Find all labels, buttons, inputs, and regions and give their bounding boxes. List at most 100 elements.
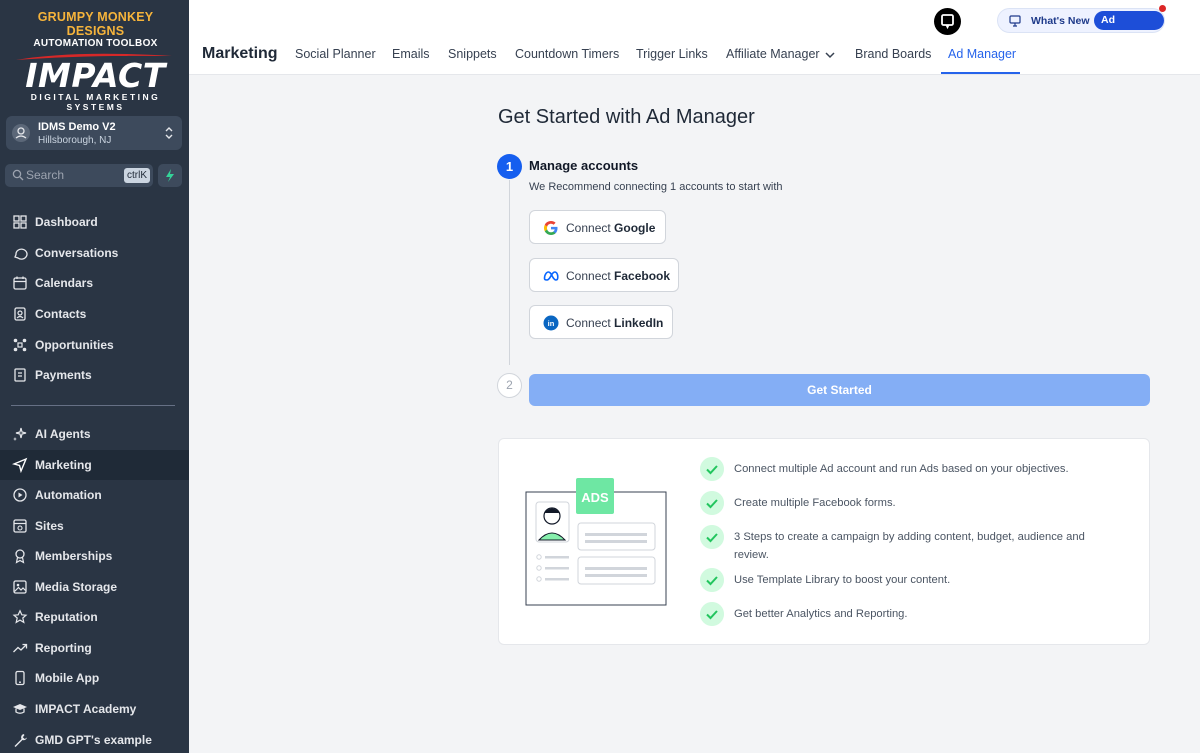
sidebar-item-sites[interactable]: Sites	[0, 511, 189, 541]
features-card: ADS Connect multiple Ad account and run …	[498, 438, 1150, 645]
contacts-icon	[14, 307, 26, 321]
feature-text: Create multiple Facebook forms.	[734, 497, 896, 509]
connect-facebook-button[interactable]: Connect Facebook	[529, 258, 679, 292]
sidebar-item-label: GMD GPT's example	[35, 733, 152, 747]
account-name: IDMS Demo V2	[38, 121, 116, 133]
calendar-icon	[13, 276, 27, 290]
sidebar-item-gmd-gpt-s-example[interactable]: GMD GPT's example	[0, 725, 189, 753]
sidebar-item-mobile-app[interactable]: Mobile App	[0, 663, 189, 693]
tab-brand-boards[interactable]: Brand Boards	[855, 47, 931, 61]
quick-action-button[interactable]	[158, 164, 182, 187]
sidebar-item-conversations[interactable]: Conversations	[0, 238, 189, 268]
sidebar-item-label: Conversations	[35, 246, 119, 260]
active-tab-indicator	[941, 72, 1020, 74]
feature-item: Get better Analytics and Reporting.	[700, 602, 1120, 626]
step-1-title: Manage accounts	[529, 158, 639, 173]
ads-illustration-icon: ADS	[525, 478, 667, 606]
feature-text: Connect multiple Ad account and run Ads …	[734, 463, 1069, 475]
payments-icon	[14, 368, 26, 382]
sidebar-item-label: Reputation	[35, 610, 98, 624]
sidebar-item-contacts[interactable]: Contacts	[0, 299, 189, 329]
memberships-icon	[15, 549, 25, 564]
sidebar-item-automation[interactable]: Automation	[0, 480, 189, 510]
check-circle-icon	[700, 457, 724, 481]
feature-item: 3 Steps to create a campaign by adding c…	[700, 525, 1120, 565]
tab-affiliate-manager[interactable]: Affiliate Manager	[726, 47, 820, 61]
chevron-down-icon[interactable]	[825, 51, 835, 59]
sidebar-item-label: Memberships	[35, 549, 113, 563]
check-circle-icon	[700, 525, 724, 549]
brand-logo[interactable]: GRUMPY MONKEY DESIGNS AUTOMATION TOOLBOX…	[8, 10, 183, 112]
sidebar-item-label: Sites	[35, 519, 64, 533]
sidebar-item-calendars[interactable]: Calendars	[0, 268, 189, 298]
feature-item: Connect multiple Ad account and run Ads …	[700, 457, 1120, 481]
brand-line-2: AUTOMATION TOOLBOX	[33, 38, 158, 49]
search-input[interactable]: Search ctrlK	[5, 164, 153, 187]
sidebar-item-reputation[interactable]: Reputation	[0, 602, 189, 632]
automation-icon	[13, 488, 27, 502]
sidebar-item-marketing[interactable]: Marketing	[0, 450, 189, 480]
tab-emails[interactable]: Emails	[392, 47, 430, 61]
tab-countdown-timers[interactable]: Countdown Timers	[515, 47, 619, 61]
search-icon	[12, 169, 24, 181]
location-avatar-icon	[12, 124, 30, 142]
whats-new-label: What's New	[1031, 15, 1090, 27]
brand-line-4: DIGITAL MARKETING SYSTEMS	[30, 92, 161, 112]
step-1-subtitle: We Recommend connecting 1 accounts to st…	[529, 181, 783, 193]
whats-new-pill[interactable]: What's New Ad Manager	[997, 5, 1166, 45]
sidebar-item-label: AI Agents	[35, 427, 91, 441]
tab-ad-manager[interactable]: Ad Manager	[948, 47, 1016, 61]
mobile-icon	[15, 670, 25, 686]
presentation-icon	[1009, 15, 1021, 27]
sidebar: GRUMPY MONKEY DESIGNS AUTOMATION TOOLBOX…	[0, 0, 189, 753]
sites-icon	[13, 519, 27, 533]
sidebar-item-impact-academy[interactable]: IMPACT Academy	[0, 694, 189, 724]
sparkles-icon	[13, 427, 27, 441]
sidebar-item-label: IMPACT Academy	[35, 702, 137, 716]
sidebar-item-label: Automation	[35, 488, 102, 502]
sidebar-divider	[11, 405, 175, 406]
ads-label: ADS	[581, 490, 609, 505]
sidebar-item-memberships[interactable]: Memberships	[0, 541, 189, 571]
sidebar-item-reporting[interactable]: Reporting	[0, 633, 189, 663]
tab-trigger-links[interactable]: Trigger Links	[636, 47, 708, 61]
sidebar-item-payments[interactable]: Payments	[0, 360, 189, 390]
support-chat-button[interactable]	[934, 8, 961, 35]
sidebar-item-label: Reporting	[35, 641, 92, 655]
sidebar-item-label: Marketing	[35, 458, 92, 472]
opportunities-icon	[13, 338, 27, 352]
feature-text: Get better Analytics and Reporting.	[734, 608, 908, 620]
sidebar-item-label: Mobile App	[35, 671, 100, 685]
step-2-badge: 2	[497, 373, 522, 398]
chat-bubble-icon	[14, 248, 28, 260]
sidebar-item-label: Media Storage	[35, 580, 118, 594]
account-switcher[interactable]: IDMS Demo V2 Hillsborough, NJ	[6, 116, 182, 150]
check-circle-icon	[700, 602, 724, 626]
sidebar-item-dashboard[interactable]: Dashboard	[0, 207, 189, 237]
sidebar-item-media-storage[interactable]: Media Storage	[0, 572, 189, 602]
image-icon	[13, 580, 27, 594]
sidebar-item-label: Dashboard	[35, 215, 98, 229]
sidebar-item-label: Payments	[35, 368, 92, 382]
svg-text:in: in	[548, 319, 555, 328]
notification-dot	[1159, 5, 1166, 12]
tab-snippets[interactable]: Snippets	[448, 47, 497, 61]
connect-google-button[interactable]: Connect Google	[529, 210, 666, 244]
search-placeholder: Search	[26, 168, 65, 182]
sidebar-item-ai-agents[interactable]: AI Agents	[0, 419, 189, 449]
tab-social-planner[interactable]: Social Planner	[295, 47, 376, 61]
wrench-icon	[14, 734, 27, 747]
google-icon	[544, 221, 558, 235]
star-icon	[12, 609, 28, 624]
get-started-button[interactable]: Get Started	[529, 374, 1150, 406]
connect-linkedin-label: Connect LinkedIn	[566, 316, 664, 330]
dashboard-icon	[13, 215, 27, 229]
ad-manager-badge[interactable]: Ad Manager	[1094, 11, 1164, 45]
meta-icon	[543, 271, 559, 281]
brand-line-1: GRUMPY MONKEY DESIGNS	[37, 10, 154, 38]
connect-linkedin-button[interactable]: in Connect LinkedIn	[529, 305, 673, 339]
trend-icon	[13, 643, 28, 653]
sidebar-item-opportunities[interactable]: Opportunities	[0, 330, 189, 360]
lightning-icon	[166, 169, 174, 182]
topbar: What's New Ad Manager Marketing Social P…	[189, 0, 1200, 75]
